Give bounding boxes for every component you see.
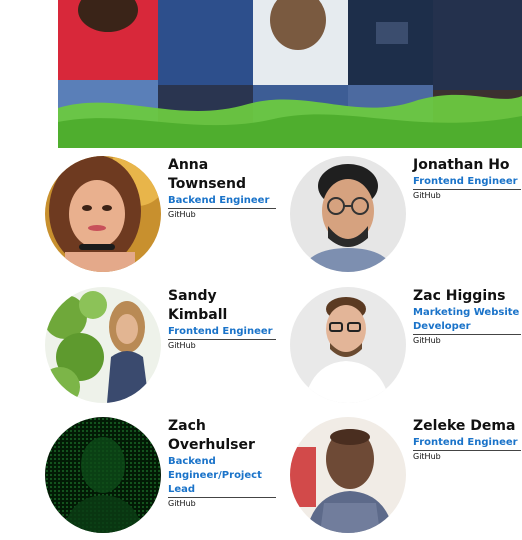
- member-name: Jonathan Ho: [413, 157, 510, 173]
- member-role-link[interactable]: Backend Engineer/Project Lead: [168, 455, 276, 498]
- member-role-link[interactable]: Frontend Engineer: [413, 175, 521, 190]
- member-role-link[interactable]: Frontend Engineer: [413, 436, 521, 451]
- github-link[interactable]: GitHub: [413, 335, 522, 347]
- team-member-card: Anna Townsend Backend Engineer GitHub: [45, 156, 285, 276]
- team-hero-photo: [58, 0, 522, 148]
- member-role-link[interactable]: Marketing Website Developer: [413, 306, 521, 335]
- member-name: Zac Higgins: [413, 288, 506, 304]
- team-member-card: Zac Higgins Marketing Website Developer …: [290, 287, 522, 407]
- team-member-card: Zach Overhulser Backend Engineer/Project …: [45, 417, 285, 537]
- team-member-card: Zeleke Dema Frontend Engineer GitHub: [290, 417, 522, 537]
- member-name: Anna Townsend: [168, 157, 247, 192]
- member-info: Sandy Kimball Frontend Engineer GitHub: [168, 287, 278, 352]
- member-role-link[interactable]: Backend Engineer: [168, 194, 276, 209]
- member-name: Zeleke Dema: [413, 418, 516, 434]
- member-name: Zach Overhulser: [168, 418, 255, 453]
- member-name: Sandy Kimball: [168, 288, 228, 323]
- member-info: Jonathan Ho Frontend Engineer GitHub: [413, 156, 522, 202]
- member-photo: [45, 287, 161, 403]
- member-photo: [290, 287, 406, 403]
- team-page: Anna Townsend Backend Engineer GitHub Jon…: [0, 0, 522, 540]
- github-link[interactable]: GitHub: [168, 209, 278, 221]
- member-photo: [45, 156, 161, 272]
- github-link[interactable]: GitHub: [413, 190, 522, 202]
- member-role-link[interactable]: Frontend Engineer: [168, 325, 276, 340]
- member-photo: [45, 417, 161, 533]
- member-info: Zach Overhulser Backend Engineer/Project …: [168, 417, 278, 510]
- github-link[interactable]: GitHub: [413, 451, 522, 463]
- team-member-card: Sandy Kimball Frontend Engineer GitHub: [45, 287, 285, 407]
- github-link[interactable]: GitHub: [168, 498, 278, 510]
- member-info: Anna Townsend Backend Engineer GitHub: [168, 156, 278, 221]
- member-info: Zeleke Dema Frontend Engineer GitHub: [413, 417, 522, 463]
- member-photo: [290, 156, 406, 272]
- github-link[interactable]: GitHub: [168, 340, 278, 352]
- member-info: Zac Higgins Marketing Website Developer …: [413, 287, 522, 347]
- member-photo: [290, 417, 406, 533]
- team-member-card: Jonathan Ho Frontend Engineer GitHub: [290, 156, 522, 276]
